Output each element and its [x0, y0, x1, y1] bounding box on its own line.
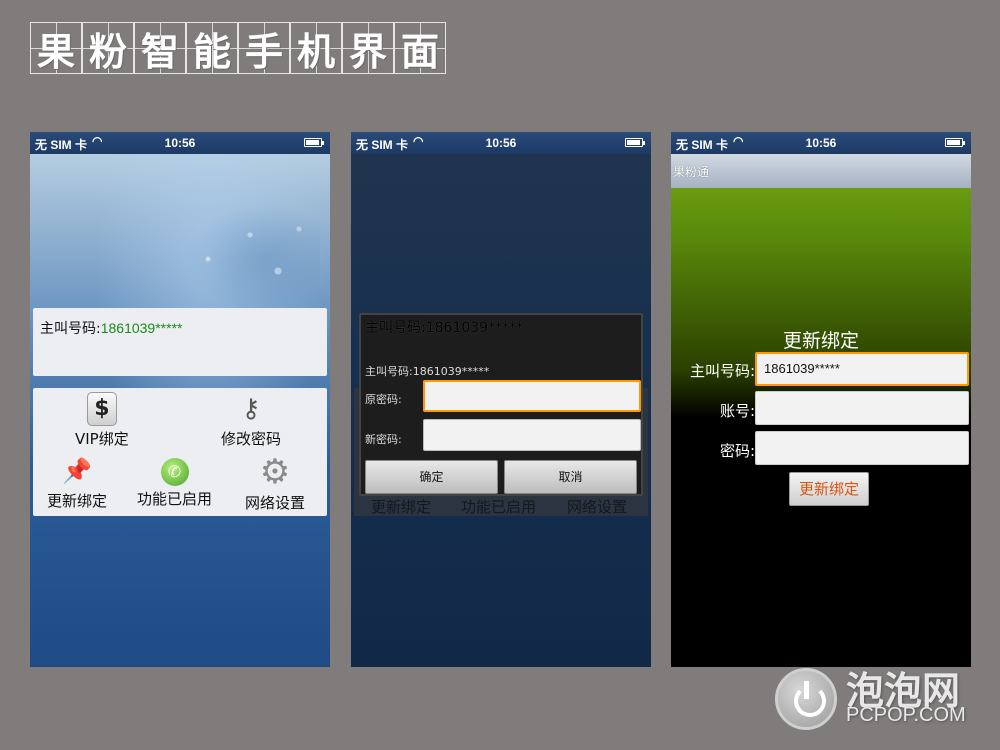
update-bind-submit-button[interactable]: 更新绑定 — [789, 472, 869, 506]
status-bar: 无 SIM 卡 ◠ 10:56 — [671, 132, 971, 154]
page-title: 果 粉 智 能 手 机 界 面 — [30, 22, 446, 74]
key-gear-icon: ⚷ — [241, 394, 261, 424]
water-splash-image — [180, 199, 320, 319]
battery-icon — [304, 138, 324, 147]
change-password-dialog: 主叫号码:1861039***** 主叫号码:1861039***** 原密码:… — [359, 313, 643, 496]
clock: 10:56 — [164, 136, 196, 150]
title-char: 机 — [290, 22, 342, 74]
network-settings-button[interactable]: ⚙ 网络设置 — [245, 454, 305, 513]
status-bar: 无 SIM 卡 ◠ 10:56 — [351, 132, 651, 154]
phone-screen-change-password: 无 SIM 卡 ◠ 10:56 更新绑定 功能已启用 网络设置 主叫号码:186… — [351, 132, 651, 667]
status-bar: 无 SIM 卡 ◠ 10:56 — [30, 132, 330, 154]
cancel-button[interactable]: 取消 — [504, 460, 637, 494]
account-field[interactable] — [755, 391, 969, 425]
battery-icon — [625, 138, 645, 147]
caller-number-field[interactable]: 1861039***** — [755, 352, 969, 386]
clock: 10:56 — [805, 136, 837, 150]
pushpin-icon: 📌 — [62, 457, 92, 485]
caller-number-panel: 主叫号码:1861039***** — [33, 308, 327, 376]
app-title-bar: 果粉通 — [671, 154, 971, 188]
phone-call-icon: ✆ — [160, 458, 189, 486]
change-password-button[interactable]: ⚷ 修改密码 — [221, 392, 281, 449]
update-bind-label-dimmed: 更新绑定 — [371, 498, 432, 516]
function-enabled-label-dimmed: 功能已启用 — [461, 498, 537, 516]
title-char: 智 — [134, 22, 186, 74]
dialog-caller-line: 主叫号码:1861039***** — [365, 365, 490, 378]
title-char: 界 — [342, 22, 394, 74]
title-char: 手 — [238, 22, 290, 74]
new-password-label: 新密码: — [365, 433, 402, 446]
update-bind-label: 更新绑定 — [47, 492, 108, 510]
caller-number-label: 主叫号码: — [689, 362, 755, 380]
update-bind-button[interactable]: 📌 更新绑定 — [47, 454, 107, 511]
password-label: 密码: — [719, 442, 755, 460]
update-bind-form — [671, 188, 971, 667]
app-title: 果粉通 — [673, 165, 710, 179]
clock: 10:56 — [485, 136, 517, 150]
pcpop-logo — [775, 668, 837, 730]
dialog-header-ghost: 主叫号码:1861039***** — [365, 320, 524, 336]
update-bind-heading: 更新绑定 — [782, 330, 859, 352]
title-char: 面 — [394, 22, 446, 74]
confirm-button[interactable]: 确定 — [365, 460, 498, 494]
function-enabled-label: 功能已启用 — [137, 490, 213, 508]
network-settings-label: 网络设置 — [245, 494, 306, 512]
change-password-label: 修改密码 — [221, 430, 282, 448]
vip-bind-button[interactable]: $ VIP绑定 — [75, 392, 129, 449]
dollar-icon: $ — [86, 392, 117, 426]
password-field[interactable] — [755, 431, 969, 465]
watermark-site: PCPOP.COM — [846, 704, 966, 726]
gear-icon: ⚙ — [259, 452, 291, 492]
title-char: 能 — [186, 22, 238, 74]
old-password-input[interactable] — [423, 380, 641, 412]
network-settings-label-dimmed: 网络设置 — [567, 498, 628, 516]
battery-icon — [945, 138, 965, 147]
title-char: 果 — [30, 22, 82, 74]
caller-number-value: 1861039***** — [100, 320, 183, 336]
new-password-input[interactable] — [423, 419, 641, 451]
phone-screen-main: 无 SIM 卡 ◠ 10:56 主叫号码:1861039***** $ VIP绑… — [30, 132, 330, 667]
caller-label: 主叫号码: — [40, 321, 101, 337]
function-grid: $ VIP绑定 ⚷ 修改密码 📌 更新绑定 ✆ 功能已启用 ⚙ 网络设置 — [33, 388, 327, 516]
account-label: 账号: — [719, 402, 755, 420]
old-password-label: 原密码: — [365, 393, 402, 406]
phone-screen-update-bind: 无 SIM 卡 ◠ 10:56 果粉通 更新绑定 主叫号码: 1861039**… — [671, 132, 971, 667]
title-char: 粉 — [82, 22, 134, 74]
vip-bind-label: VIP绑定 — [75, 430, 129, 448]
function-enabled-button[interactable]: ✆ 功能已启用 — [137, 454, 212, 509]
caller-number-text: 主叫号码:1861039***** — [40, 318, 182, 338]
